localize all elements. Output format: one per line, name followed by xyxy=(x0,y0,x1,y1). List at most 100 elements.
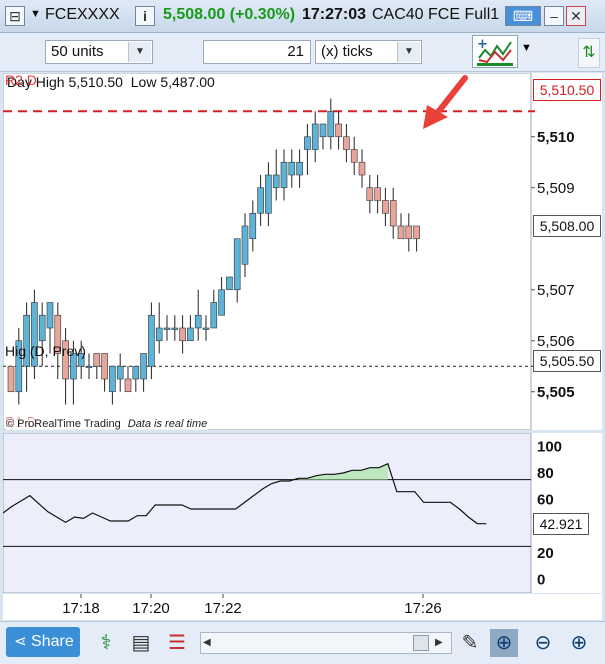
oscillator-panel: 100806040200 42.921 xyxy=(3,433,602,593)
zoom-fit-icon[interactable]: ⊕ xyxy=(490,629,518,657)
oscillator-tick-label: 80 xyxy=(537,465,554,482)
drawing-tool-icon[interactable]: ⚕ xyxy=(92,629,120,657)
candle-body xyxy=(413,225,420,240)
candle-body xyxy=(350,149,358,163)
oscillator-chart-svg[interactable]: 100806040200 xyxy=(3,433,602,593)
candle-body xyxy=(249,212,257,240)
candle-body xyxy=(241,225,249,265)
candle-body xyxy=(194,314,202,329)
oscillator-tick-label: 60 xyxy=(537,492,554,509)
bottom-toolbar: ⋖ Share ⚕ ▤ ☰ ◀ ▶ ✎ ⊕ ⊖ ⊕ xyxy=(0,621,605,664)
chart-footer-note: © ProRealTime Trading Data is real time xyxy=(6,418,208,430)
zoom-out-icon[interactable]: ⊖ xyxy=(529,629,557,657)
scroll-left-icon[interactable]: ◀ xyxy=(203,635,217,651)
chevron-down-icon[interactable]: ▼ xyxy=(128,42,151,62)
chart-toolbar: 50 units ▼ 21 (x) ticks ▼ + ▼ ⇅ xyxy=(0,33,605,72)
candle-body xyxy=(272,174,280,189)
time-tick-label: 17:26 xyxy=(404,600,442,617)
scroll-right-icon[interactable]: ▶ xyxy=(435,635,449,651)
brand-label: © ProRealTime Trading xyxy=(6,418,121,430)
sync-arrows-icon[interactable]: ⇅ xyxy=(578,38,600,68)
candle-body xyxy=(132,365,140,380)
keyboard-icon[interactable]: ⌨ xyxy=(505,6,541,26)
units-select[interactable]: 50 units ▼ xyxy=(45,40,153,64)
realtime-label: Data is real time xyxy=(127,418,208,430)
ticks-unit-value: (x) ticks xyxy=(321,43,373,60)
candle-body xyxy=(327,110,335,138)
price-tick-label: 5,510 xyxy=(537,129,575,146)
candle-body xyxy=(140,353,147,380)
price-tick-label: 5,509 xyxy=(537,180,575,197)
candle-body xyxy=(366,187,374,201)
minimize-icon[interactable]: – xyxy=(544,6,564,26)
candle-body xyxy=(343,136,350,150)
price-tick-label: 5,507 xyxy=(537,282,575,299)
indicator-menu-chevron-icon[interactable]: ▼ xyxy=(521,42,532,54)
plot-area xyxy=(3,73,532,430)
candle-body xyxy=(148,314,155,367)
symbol-dropdown-icon[interactable]: ▼ xyxy=(30,8,41,20)
price-change: (+0.30%) xyxy=(229,6,296,23)
candle-body xyxy=(187,327,194,342)
day-range-label: Day High 5,510.50 Low 5,487.00 xyxy=(7,74,215,90)
symbol-name[interactable]: FCEXXXX xyxy=(45,6,120,24)
candle-body xyxy=(311,123,319,150)
candle-body xyxy=(7,365,15,393)
candle-body xyxy=(319,123,327,138)
close-icon[interactable]: ✕ xyxy=(566,6,586,26)
add-indicator-icon[interactable]: + xyxy=(472,35,518,68)
magic-pen-icon[interactable]: ✎ xyxy=(456,629,484,657)
chevron-down-icon[interactable]: ▼ xyxy=(397,42,420,62)
share-button[interactable]: ⋖ Share xyxy=(6,627,80,657)
candle-body xyxy=(124,378,132,393)
indicators-list-icon[interactable]: ☰ xyxy=(163,629,191,657)
price-tag-high: 5,510.50 xyxy=(533,79,601,101)
ticks-input[interactable]: 21 xyxy=(203,40,311,64)
candle-body xyxy=(304,136,311,150)
zoom-in-icon[interactable]: ⊕ xyxy=(565,629,593,657)
oscillator-value-tag: 42.921 xyxy=(533,513,589,535)
current-price: 5,508.00 (+0.30%) xyxy=(163,6,295,24)
oscillator-tick-label: 0 xyxy=(537,572,545,589)
candle-body xyxy=(280,161,288,189)
candle-body xyxy=(335,123,342,138)
candle-body xyxy=(389,200,397,227)
candle-body xyxy=(288,161,296,176)
scroll-thumb[interactable] xyxy=(413,635,429,651)
candle-body xyxy=(179,327,186,342)
candle-body xyxy=(226,276,233,291)
candle-body xyxy=(85,365,93,369)
candle-body xyxy=(265,174,272,214)
candle-body xyxy=(405,225,413,240)
time-tick-label: 17:20 xyxy=(132,600,170,617)
price-tag-prev-high: 5,505.50 xyxy=(533,350,601,372)
candle-body xyxy=(109,365,116,393)
time-axis-svg: 17:18 17:20 17:22 17:26 xyxy=(62,594,442,617)
candle-body xyxy=(233,238,241,291)
ticks-unit-select[interactable]: (x) ticks ▼ xyxy=(315,40,422,64)
window-menu-icon[interactable]: ⊟ xyxy=(5,6,25,26)
candle-body xyxy=(257,187,264,214)
info-icon[interactable]: i xyxy=(135,6,155,26)
ticks-value: 21 xyxy=(287,43,304,60)
price-tick-label: 5,506 xyxy=(537,333,575,350)
candle-body xyxy=(358,161,366,176)
oscillator-plot-area xyxy=(3,433,532,593)
bar-settings-icon[interactable]: ▤ xyxy=(127,629,155,657)
price-chart-svg[interactable]: 5,510 5,509 5,507 5,506 5,505 xyxy=(3,73,602,430)
share-icon: ⋖ xyxy=(14,633,27,650)
time-tick-label: 17:18 xyxy=(62,600,100,617)
window-titlebar: ⊟ ▼ FCEXXXX i 5,508.00 (+0.30%) 17:27:03… xyxy=(0,0,605,33)
price-tag-current: 5,508.00 xyxy=(533,215,601,237)
share-label: Share xyxy=(31,633,74,650)
candle-body xyxy=(93,353,101,367)
candle-body xyxy=(296,161,303,176)
time-tick-label: 17:22 xyxy=(204,600,242,617)
instrument-description: CAC40 FCE Full1 xyxy=(372,6,500,23)
clock-time: 17:27:03 xyxy=(302,6,367,23)
prev-high-label: Hig (D, Prev) xyxy=(5,343,86,359)
candle-body xyxy=(38,314,46,342)
candle-body xyxy=(202,327,210,330)
candle-body xyxy=(374,187,381,201)
horizontal-scrollbar[interactable]: ◀ ▶ xyxy=(200,632,452,654)
